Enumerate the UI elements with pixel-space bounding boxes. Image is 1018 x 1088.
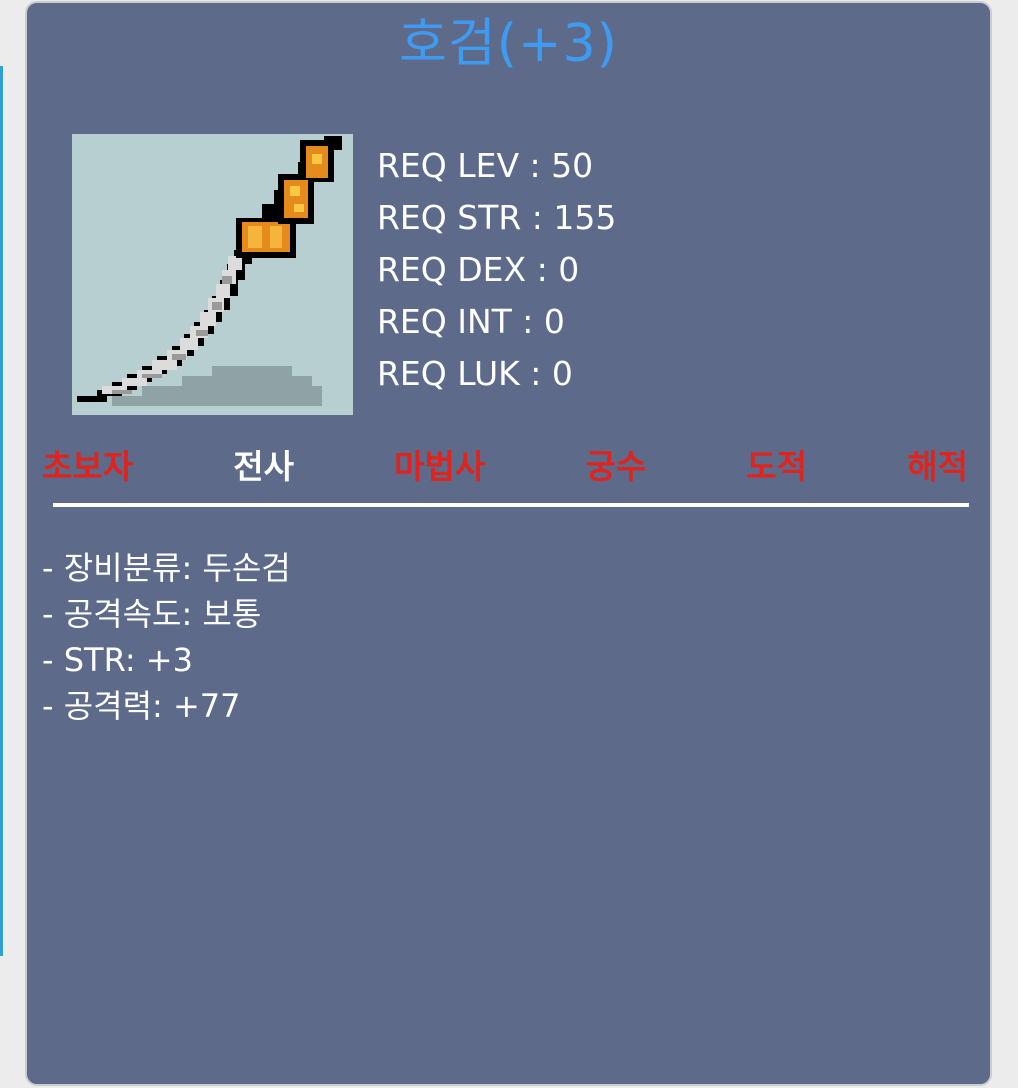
job-beginner: 초보자 <box>42 447 134 486</box>
stat-attack: - 공격력: +77 <box>42 687 241 725</box>
req-str: REQ STR : 155 <box>377 198 617 237</box>
item-stats: - 장비분류: 두손검 - 공격속도: 보통 - STR: +3 - 공격력: … <box>42 545 291 729</box>
stat-attack-speed: - 공격속도: 보통 <box>42 595 262 633</box>
job-pirate: 해적 <box>907 447 968 486</box>
item-tooltip-card: 호검(+3) REQ LEV: 50 REQ STR: 155 REQ DE… <box>25 1 992 1086</box>
job-thief: 도적 <box>746 447 808 486</box>
job-list: 초보자 전사 마법사 궁수 도적 해적 <box>42 444 968 490</box>
req-luk: REQ LUK : 0 <box>377 354 573 393</box>
requirements-list: REQ LEV : 50 REQ STR : 155 REQ DEX : 0 R… <box>377 140 616 400</box>
job-archer: 궁수 <box>585 447 647 486</box>
stat-category: - 장비분류: 두손검 <box>42 549 291 587</box>
req-int: REQ INT : 0 <box>377 302 565 341</box>
req-dex: REQ DEX : 0 <box>377 250 580 289</box>
req-level: REQ LEV : 50 <box>377 146 594 185</box>
left-edge-border <box>0 66 3 956</box>
item-icon-frame <box>72 134 353 415</box>
stat-str: - STR: +3 <box>42 641 193 679</box>
job-magician: 마법사 <box>394 447 486 486</box>
divider <box>53 503 969 507</box>
job-warrior: 전사 <box>233 447 294 486</box>
item-title: 호검(+3) <box>399 14 618 74</box>
sword-icon <box>77 136 342 406</box>
